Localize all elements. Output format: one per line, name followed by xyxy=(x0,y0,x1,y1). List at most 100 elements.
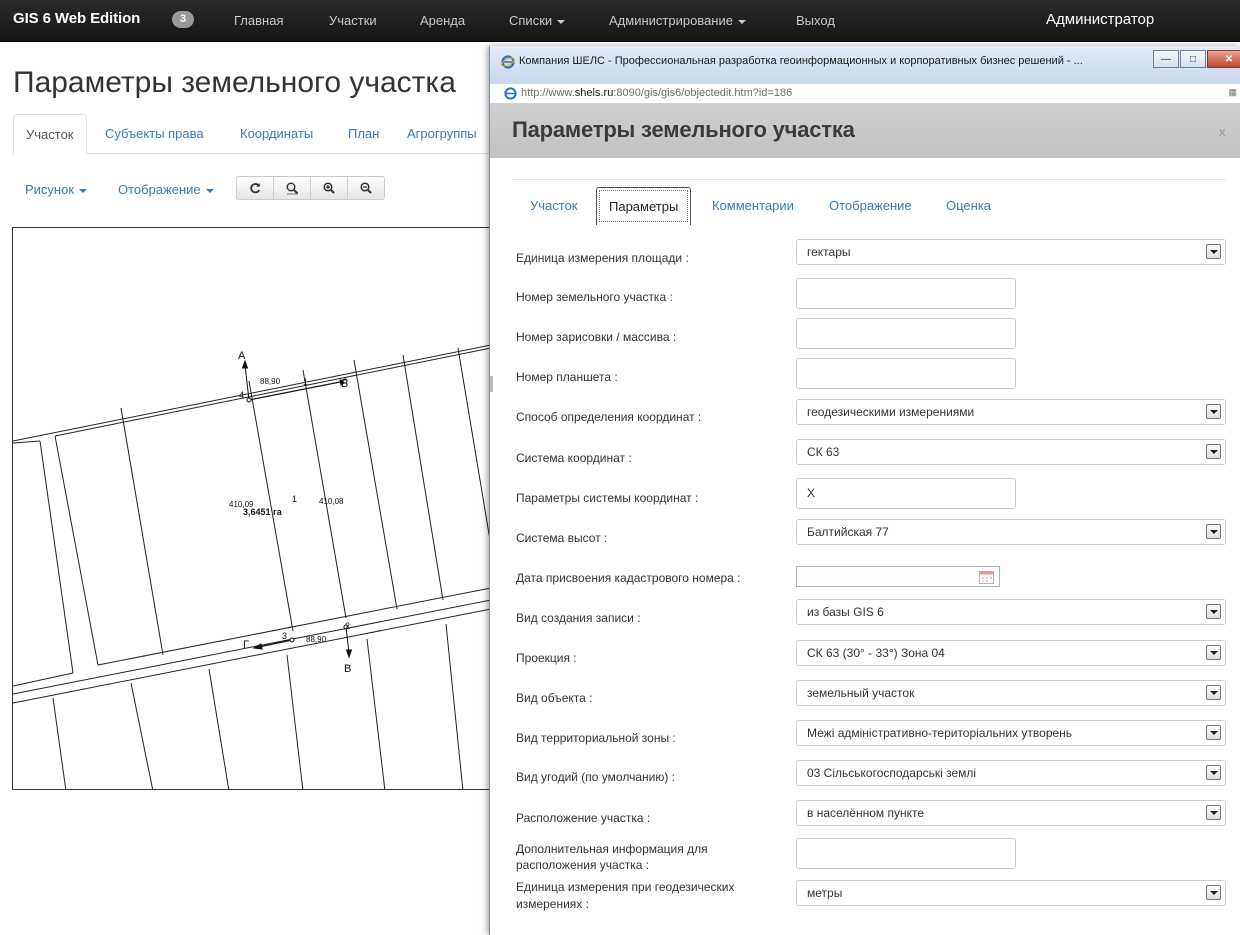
zoom-out-button[interactable] xyxy=(347,176,385,200)
coord-method-label: Способ определения координат : xyxy=(516,410,702,424)
maximize-icon: □ xyxy=(1189,53,1197,65)
popup-titlebar[interactable]: Компания ШЕЛС - Профессиональная разрабо… xyxy=(490,46,1240,84)
zoom-out-icon xyxy=(360,182,372,194)
window-controls: — □ ✕ xyxy=(1153,50,1240,68)
land-type-select[interactable]: 03 Сільськогосподарські землі xyxy=(796,760,1226,786)
main-tabs: Участок Субъекты права Координаты План А… xyxy=(13,114,493,155)
sketch-number-label: Номер зарисовки / массива : xyxy=(516,330,677,344)
height-system-label: Система высот : xyxy=(516,531,608,545)
area-unit-select[interactable]: гектары xyxy=(796,239,1226,265)
ie-browser-icon xyxy=(501,55,515,69)
height-system-select[interactable]: Балтийская 77 xyxy=(796,519,1226,545)
current-user[interactable]: Администратор xyxy=(1046,11,1154,28)
sketch-number-input[interactable] xyxy=(796,318,1016,349)
caret-down-icon xyxy=(737,19,746,24)
chevron-down-icon xyxy=(1206,524,1221,539)
modal-tab-assessment[interactable]: Оценка xyxy=(934,187,1003,225)
coord-params-input[interactable]: X xyxy=(796,478,1016,509)
popup-window: Компания ШЕЛС - Профессиональная разрабо… xyxy=(489,46,1240,935)
vertex-label-1: 1 xyxy=(303,377,308,387)
refresh-button[interactable] xyxy=(236,176,274,200)
nav-logout[interactable]: Выход xyxy=(796,13,835,28)
geo-unit-label-line2: измерениях : xyxy=(516,897,589,911)
geo-unit-select[interactable]: метры xyxy=(796,880,1226,906)
point-label-v: В xyxy=(344,663,351,675)
address-url: http://www.shels.ru:8090/gis/gis6/object… xyxy=(521,87,793,99)
plot-plan-canvas[interactable]: А Б В Г 1 2 3 4 88,90 88,90 410,09 410,0… xyxy=(12,227,490,790)
map-toolbar xyxy=(236,176,385,200)
plot-number-input[interactable] xyxy=(796,278,1016,309)
modal-tab-comments[interactable]: Комментарии xyxy=(700,187,806,225)
nav-home[interactable]: Главная xyxy=(234,13,283,28)
chevron-down-icon xyxy=(1206,444,1221,459)
brand-link[interactable]: GIS 6 Web Edition xyxy=(13,10,140,27)
calendar-icon[interactable] xyxy=(979,570,994,584)
modal-tab-parameters[interactable]: Параметры xyxy=(596,187,692,225)
chevron-down-icon xyxy=(1206,685,1221,700)
zoom-in-button[interactable] xyxy=(310,176,348,200)
chevron-down-icon xyxy=(1206,404,1221,419)
vertex-label-4: 4 xyxy=(239,390,244,400)
cadastral-date-label: Дата присвоения кадастрового номера : xyxy=(516,571,741,585)
coord-method-select[interactable]: геодезическими измерениями xyxy=(796,399,1226,425)
point-label-g: Г xyxy=(243,639,249,651)
nav-lists[interactable]: Списки xyxy=(509,13,566,28)
modal-divider xyxy=(512,179,1226,180)
projection-select[interactable]: СК 63 (30° - 33°) Зона 04 xyxy=(796,640,1226,666)
modal-close-button[interactable]: x xyxy=(1219,124,1226,139)
minimize-icon: — xyxy=(1161,53,1171,65)
tablet-number-label: Номер планшета : xyxy=(516,370,618,384)
tab-plot[interactable]: Участок xyxy=(13,114,87,155)
nav-lease[interactable]: Аренда xyxy=(420,13,465,28)
parcel-number-label: 1 xyxy=(292,494,297,504)
distance-right-label: 410,08 xyxy=(319,497,344,506)
point-label-b: Б xyxy=(341,378,348,390)
chevron-down-icon xyxy=(1206,765,1221,780)
zoom-in-icon xyxy=(323,182,335,194)
zoom-to-fit-icon xyxy=(286,182,298,194)
parcel-area-label: 3,6451 га xyxy=(243,507,283,517)
window-close-button[interactable]: ✕ xyxy=(1207,50,1240,68)
zoom-to-fit-button[interactable] xyxy=(273,176,311,200)
tab-coordinates[interactable]: Координаты xyxy=(228,114,325,154)
vertex-label-2: 2 xyxy=(345,621,350,631)
zone-type-select[interactable]: Межі адміністративно-територіальних утво… xyxy=(796,720,1226,746)
notification-badge[interactable]: 3 xyxy=(172,11,194,28)
minimize-button[interactable]: — xyxy=(1153,50,1179,68)
display-menu[interactable]: Отображение xyxy=(118,182,214,197)
area-unit-label: Единица измерения площади : xyxy=(516,251,689,265)
caret-down-icon xyxy=(205,188,214,193)
vertex-label-3: 3 xyxy=(282,631,287,641)
coord-system-label: Система координат : xyxy=(516,451,632,465)
address-bar[interactable]: http://www.shels.ru:8090/gis/gis6/object… xyxy=(490,84,1240,104)
maximize-button[interactable]: □ xyxy=(1180,50,1206,68)
projection-label: Проекция : xyxy=(516,651,577,665)
modal-title: Параметры земельного участка xyxy=(512,117,855,142)
refresh-icon xyxy=(250,183,261,194)
compatibility-view-icon[interactable]: ▦ xyxy=(1228,87,1237,98)
point-label-a: А xyxy=(238,350,246,362)
nav-plots[interactable]: Участки xyxy=(329,13,377,28)
cadastral-date-input[interactable] xyxy=(796,566,1000,587)
plot-number-label: Номер земельного участка : xyxy=(516,290,673,304)
coord-system-select[interactable]: СК 63 xyxy=(796,439,1226,465)
tablet-number-input[interactable] xyxy=(796,358,1016,389)
coord-params-label: Параметры системы координат : xyxy=(516,491,699,505)
object-type-select[interactable]: земельный участок xyxy=(796,680,1226,706)
object-type-label: Вид объекта : xyxy=(516,691,593,705)
land-type-label: Вид угодий (по умолчанию) : xyxy=(516,770,675,784)
modal-tab-display[interactable]: Отображение xyxy=(817,187,924,225)
location-select[interactable]: в населённом пункте xyxy=(796,800,1226,826)
popup-window-title: Компания ШЕЛС - Профессиональная разрабо… xyxy=(519,55,1083,67)
tab-rights-subjects[interactable]: Субъекты права xyxy=(93,114,216,154)
ie-page-icon xyxy=(504,87,517,100)
modal-tab-plot[interactable]: Участок xyxy=(518,187,590,225)
chevron-down-icon xyxy=(1206,805,1221,820)
location-extra-input[interactable] xyxy=(796,838,1016,869)
tab-agrogroups[interactable]: Агрогруппы xyxy=(395,114,489,154)
record-type-select[interactable]: из базы GIS 6 xyxy=(796,599,1226,625)
modal-header: Параметры земельного участка x xyxy=(490,104,1240,158)
nav-administration[interactable]: Администрирование xyxy=(609,13,746,28)
drawing-menu[interactable]: Рисунок xyxy=(25,182,88,197)
tab-plan[interactable]: План xyxy=(336,114,391,154)
